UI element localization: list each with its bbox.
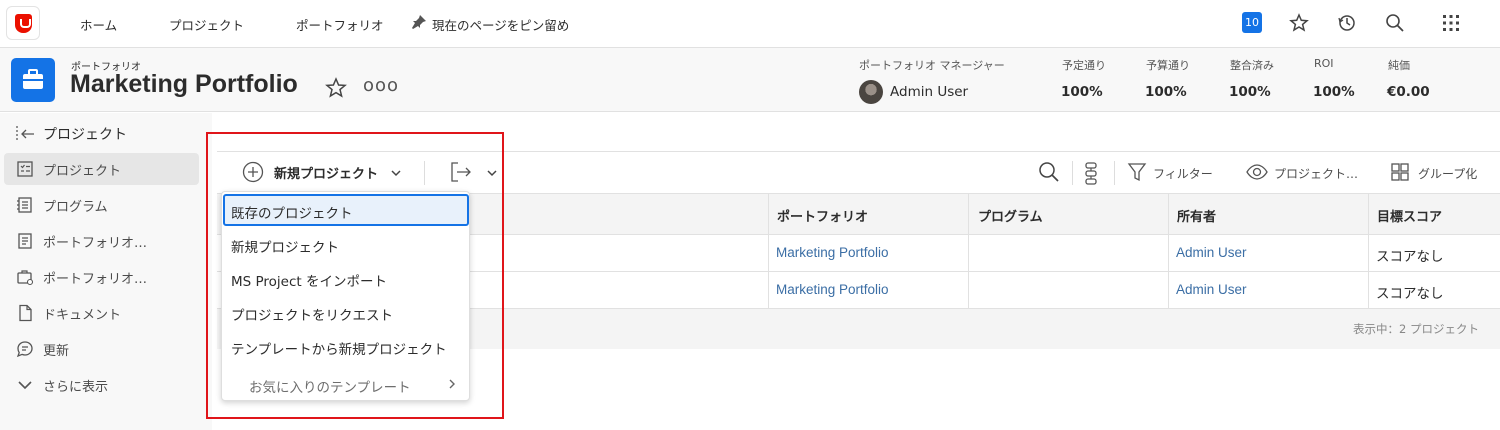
group-icon[interactable] [1390,162,1410,182]
metric-value-roi: 100% [1313,84,1355,100]
nav-projects[interactable]: プロジェクト [169,15,244,34]
sidebar-item-documents[interactable]: ドキュメント [4,297,199,329]
pin-page-link[interactable]: 現在のページをピン留め [432,15,569,34]
sidebar-item-label: 更新 [43,344,70,359]
sidebar-item-label: さらに表示 [43,380,109,395]
project-list-icon [17,161,33,177]
sidebar-back-button[interactable]: プロジェクト [14,123,204,145]
portfolio-doc-icon [18,233,32,249]
star-icon[interactable] [1289,13,1309,33]
briefcase-icon [11,58,55,102]
sidebar-item-updates[interactable]: 更新 [4,333,199,365]
column-header-owner[interactable]: 所有者 [1177,206,1216,225]
favorite-star-icon[interactable] [325,77,347,99]
metric-value-aligned: 100% [1229,84,1271,100]
nav-home[interactable]: ホーム [80,15,117,34]
portfolio-header: ポートフォリオ Marketing Portfolio ooo ポートフォリオ … [0,48,1500,112]
score-cell: スコアなし [1376,286,1444,301]
filter-icon[interactable] [1127,162,1147,182]
eye-icon[interactable] [1246,164,1268,180]
metric-value-on-schedule: 100% [1061,84,1103,100]
collapse-left-icon [16,126,34,140]
hierarchy-icon[interactable] [1083,161,1101,185]
sidebar-item-label: プログラム [43,200,108,215]
search-icon[interactable] [1038,161,1060,183]
filter-button[interactable]: フィルター [1153,165,1213,182]
manager-name[interactable]: Admin User [890,84,968,100]
row-count: 表示中：2 プロジェクト [1353,322,1479,336]
column-header-portfolio[interactable]: ポートフォリオ [777,206,868,225]
document-icon [19,304,32,322]
chat-icon [16,341,33,358]
column-divider [1168,194,1169,309]
group-button[interactable]: グループ化 [1418,165,1477,182]
owner-link[interactable]: Admin User [1176,245,1247,260]
toolbar-separator [1072,161,1073,185]
sidebar-item-label: プロジェクト [43,164,122,179]
sidebar-item-label: ドキュメント [43,308,122,323]
pin-icon[interactable] [411,14,427,30]
highlight-annotation-box [206,132,504,419]
notification-badge[interactable]: 10 [1242,12,1262,33]
metric-label-on-budget: 予算通り [1146,59,1190,72]
sidebar-item-label: ポートフォリオ… [43,236,148,251]
chevron-down-icon [18,381,32,390]
app-grid-icon[interactable] [1441,13,1461,33]
metric-value-on-budget: 100% [1145,84,1187,100]
nav-portfolios[interactable]: ポートフォリオ [296,15,384,34]
column-divider [768,194,769,309]
metric-label-on-schedule: 予定通り [1062,59,1106,72]
more-options-icon[interactable]: ooo [363,75,399,96]
left-sidebar: プロジェクト プロジェクト プログラム ポートフォリオ… ポートフォリオ… ドキ… [0,113,212,430]
portfolio-settings-icon [17,270,34,286]
adobe-logo-icon [15,14,32,33]
metric-label-roi: ROI [1314,57,1334,70]
page-title: Marketing Portfolio [70,70,298,98]
manager-label: ポートフォリオ マネージャー [859,59,1005,72]
sidebar-item-portfolio-details[interactable]: ポートフォリオ… [4,225,199,257]
sidebar-back-label: プロジェクト [43,127,127,143]
score-cell: スコアなし [1376,249,1444,264]
metric-label-aligned: 整合済み [1230,59,1274,72]
sidebar-item-portfolio-settings[interactable]: ポートフォリオ… [4,261,199,293]
program-icon [17,197,32,213]
portfolio-link[interactable]: Marketing Portfolio [776,245,889,260]
sidebar-item-show-more[interactable]: さらに表示 [4,369,199,401]
sidebar-item-projects[interactable]: プロジェクト [4,153,199,185]
metric-value-net-value: €0.00 [1387,84,1430,100]
view-selector[interactable]: プロジェクト… [1274,165,1358,182]
toolbar-separator [1114,161,1115,185]
metric-label-net-value: 純価 [1388,59,1410,72]
app-logo[interactable] [6,6,40,40]
history-icon[interactable] [1337,13,1357,33]
sidebar-item-label: ポートフォリオ… [43,272,148,287]
owner-link[interactable]: Admin User [1176,282,1247,297]
column-divider [968,194,969,309]
column-header-program[interactable]: プログラム [978,206,1043,225]
top-navigation-bar: ホーム プロジェクト ポートフォリオ 現在のページをピン留め 10 [0,0,1500,48]
avatar [859,80,883,104]
search-icon[interactable] [1385,13,1405,33]
sidebar-item-programs[interactable]: プログラム [4,189,199,221]
portfolio-link[interactable]: Marketing Portfolio [776,282,889,297]
column-header-score[interactable]: 目標スコア [1377,206,1442,225]
column-divider [1368,194,1369,309]
